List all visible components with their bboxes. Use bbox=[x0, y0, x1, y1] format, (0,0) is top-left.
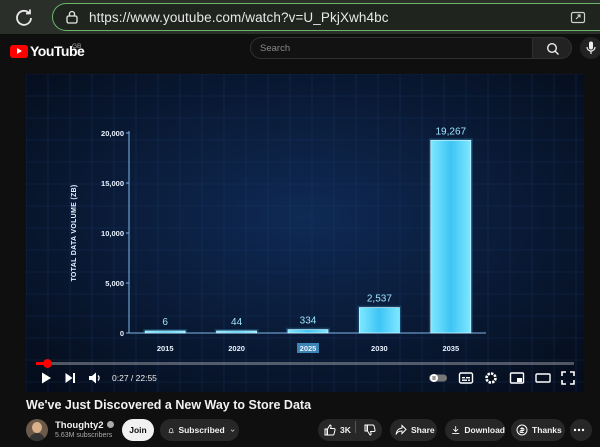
youtube-header: YouTube GB Search bbox=[0, 34, 600, 74]
address-bar[interactable]: https://www.youtube.com/watch?v=U_PkjXwh… bbox=[52, 3, 600, 31]
thanks-button[interactable]: Thanks bbox=[511, 419, 565, 441]
download-icon bbox=[452, 426, 460, 434]
youtube-logo[interactable]: YouTube GB bbox=[10, 41, 85, 61]
bar bbox=[216, 330, 258, 334]
progress-scrubber[interactable] bbox=[42, 359, 52, 368]
bar-value-label: 2,537 bbox=[367, 294, 392, 305]
channel-action-row: Thoughty2 5.63M subscribers Join Subscri… bbox=[0, 416, 600, 447]
like-count[interactable]: 3K bbox=[340, 425, 351, 435]
subscriber-count: 5.63M subscribers bbox=[55, 432, 113, 439]
progress-bar[interactable] bbox=[36, 359, 574, 368]
x-tick-label: 2015 bbox=[157, 344, 174, 353]
bar-value-label: 44 bbox=[231, 317, 243, 328]
theater-mode-icon[interactable] bbox=[535, 370, 551, 386]
chevron-down-icon bbox=[230, 428, 235, 432]
join-button[interactable]: Join bbox=[122, 419, 154, 441]
bar bbox=[144, 330, 186, 334]
x-tick-label: 2020 bbox=[228, 344, 245, 353]
x-tick-label: 2035 bbox=[442, 344, 459, 353]
like-dislike-group: 3K bbox=[318, 419, 382, 441]
search-icon bbox=[546, 42, 559, 55]
y-tick-label: 0 bbox=[120, 329, 124, 338]
lock-icon[interactable] bbox=[65, 10, 79, 24]
region-code: GB bbox=[72, 43, 82, 50]
more-actions-button[interactable] bbox=[570, 419, 592, 441]
video-player[interactable]: 0 5,000 10,000 15,000 20,000 TOTAL DATA VOLUM… bbox=[26, 74, 584, 392]
search-placeholder: Search bbox=[260, 43, 291, 54]
join-label: Join bbox=[129, 425, 147, 435]
y-tick-label: 20,000 bbox=[101, 129, 124, 138]
subscribed-label: Subscribed bbox=[178, 425, 225, 435]
bar bbox=[358, 307, 400, 334]
download-label: Download bbox=[464, 425, 505, 435]
y-tick-label: 5,000 bbox=[105, 279, 124, 288]
bar-value-label: 334 bbox=[300, 316, 317, 327]
subtitles-icon[interactable] bbox=[458, 370, 474, 386]
verified-badge-icon bbox=[106, 421, 114, 428]
search-input[interactable]: Search bbox=[250, 37, 532, 59]
microphone-icon bbox=[586, 41, 596, 54]
voice-search-button[interactable] bbox=[580, 37, 600, 59]
share-icon bbox=[395, 424, 407, 435]
like-divider bbox=[355, 421, 356, 433]
like-icon[interactable] bbox=[324, 424, 336, 436]
channel-avatar[interactable] bbox=[26, 419, 48, 441]
x-tick-label: 2030 bbox=[371, 344, 388, 353]
player-controls: 0:27 / 22:55 bbox=[26, 359, 584, 392]
reload-icon[interactable] bbox=[14, 7, 34, 27]
browser-toolbar: https://www.youtube.com/watch?v=U_PkjXwh… bbox=[0, 0, 600, 34]
volume-icon[interactable] bbox=[87, 370, 103, 386]
youtube-play-icon bbox=[10, 44, 28, 58]
bar bbox=[430, 139, 472, 334]
fullscreen-icon[interactable] bbox=[560, 370, 576, 386]
url-text[interactable]: https://www.youtube.com/watch?v=U_PkjXwh… bbox=[89, 10, 389, 25]
dislike-icon[interactable] bbox=[364, 424, 376, 436]
settings-gear-icon[interactable] bbox=[483, 370, 499, 386]
channel-name[interactable]: Thoughty2 bbox=[55, 420, 114, 431]
thanks-icon bbox=[516, 424, 528, 436]
thanks-label: Thanks bbox=[532, 425, 562, 435]
data-volume-bar-chart: 0 5,000 10,000 15,000 20,000 TOTAL DATA VOLUM… bbox=[26, 74, 584, 392]
avatar-body bbox=[29, 433, 45, 441]
share-button[interactable]: Share bbox=[390, 419, 437, 441]
bar-value-label: 6 bbox=[162, 317, 168, 328]
search-button[interactable] bbox=[532, 37, 572, 59]
bar-value-label: 19,267 bbox=[436, 126, 467, 137]
share-label: Share bbox=[411, 425, 435, 435]
autoplay-toggle-icon[interactable] bbox=[428, 370, 448, 386]
open-in-app-icon[interactable] bbox=[570, 10, 586, 26]
time-display: 0:27 / 22:55 bbox=[112, 373, 157, 383]
next-icon[interactable] bbox=[62, 370, 78, 386]
channel-name-text: Thoughty2 bbox=[55, 420, 104, 431]
y-axis-title: TOTAL DATA VOLUME (ZB) bbox=[71, 184, 78, 281]
bell-icon bbox=[168, 427, 175, 433]
more-horizontal-icon bbox=[573, 428, 585, 432]
miniplayer-icon[interactable] bbox=[509, 370, 525, 386]
bar bbox=[287, 329, 329, 334]
video-title: We've Just Discovered a New Way to Store… bbox=[26, 398, 312, 412]
x-tick-label: 2025 bbox=[300, 344, 317, 353]
download-button[interactable]: Download bbox=[445, 419, 505, 441]
y-tick-label: 15,000 bbox=[101, 179, 124, 188]
play-icon[interactable] bbox=[38, 370, 54, 386]
avatar-face bbox=[32, 422, 42, 433]
subscribed-button[interactable]: Subscribed bbox=[160, 419, 239, 441]
y-tick-label: 10,000 bbox=[101, 229, 124, 238]
